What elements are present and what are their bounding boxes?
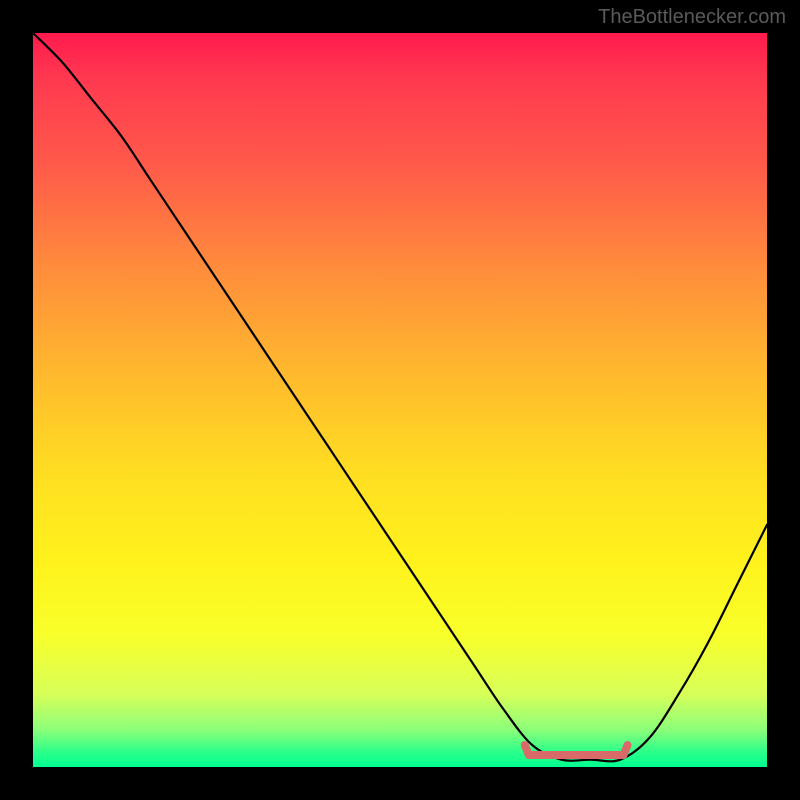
attribution-text: TheBottlenecker.com [598,6,786,29]
bottleneck-curve-line [33,33,767,761]
chart-svg [33,33,767,767]
chart-plot-area [33,33,767,767]
